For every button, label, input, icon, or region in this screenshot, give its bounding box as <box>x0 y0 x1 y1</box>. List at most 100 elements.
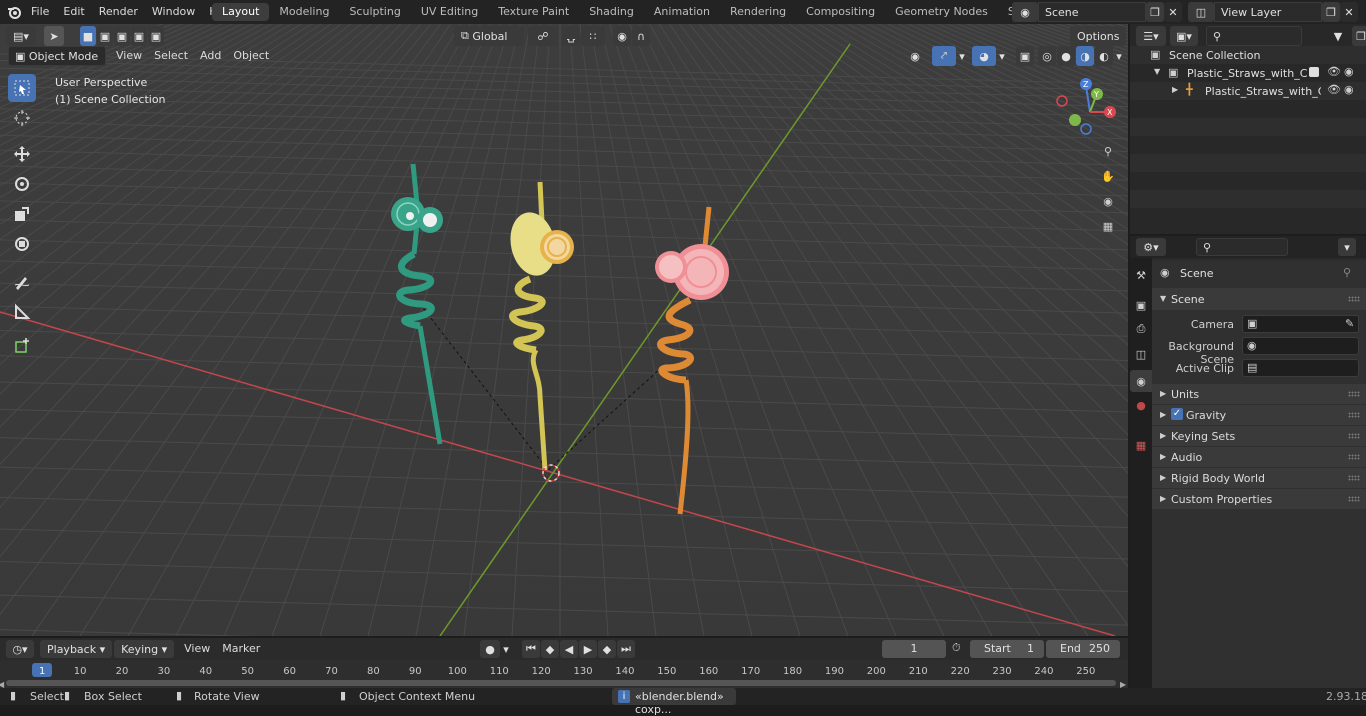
select-mode-invert-icon[interactable]: ▣ <box>131 26 147 46</box>
timeline-view-menu[interactable]: View <box>178 640 216 658</box>
view-layer-browse-icon[interactable]: ◫ <box>1188 2 1214 22</box>
collapse-arrow-icon[interactable]: ▼ <box>1154 67 1160 76</box>
tab-texture-paint[interactable]: Texture Paint <box>488 3 579 21</box>
texture-tab-icon[interactable]: ▦ <box>1132 436 1150 454</box>
snap-toggle-icon[interactable]: ⍽ <box>562 26 580 46</box>
select-mode-extend-icon[interactable]: ▣ <box>97 26 113 46</box>
menu-add[interactable]: Add <box>194 46 227 66</box>
gravity-panel-header[interactable] <box>1152 405 1366 425</box>
stopwatch-icon[interactable]: ⏱ <box>952 641 961 655</box>
output-tab-icon[interactable]: ⎙ <box>1132 320 1150 338</box>
audio-arrow-icon[interactable]: ▶ <box>1160 452 1166 461</box>
view-layer-tab-icon[interactable]: ◫ <box>1132 345 1150 363</box>
prev-keyframe-icon[interactable]: ◆ <box>541 640 559 658</box>
tab-shading[interactable]: Shading <box>579 3 644 21</box>
tab-rendering[interactable]: Rendering <box>720 3 796 21</box>
select-mode-new-icon[interactable]: ■ <box>80 26 96 46</box>
info-message[interactable]: i «blender.blend» coxp... <box>612 688 736 716</box>
gizmo-toggle-icon[interactable]: ⤤ <box>932 46 956 66</box>
select-mode-subtract-icon[interactable]: ▣ <box>114 26 130 46</box>
outliner-row-collection[interactable]: ▼ ▣ Plastic_Straws_with_Citrus_Fr 👁 ◉ <box>1130 64 1366 82</box>
menu-window[interactable]: Window <box>145 0 202 24</box>
gravity-checkbox[interactable]: ✓ <box>1171 408 1183 420</box>
select-mode-intersect-icon[interactable]: ▣ <box>148 26 164 46</box>
gravity-arrow-icon[interactable]: ▶ <box>1160 410 1166 419</box>
eyedropper-icon[interactable]: ✎ <box>1345 317 1354 330</box>
custom-properties-grip-icon[interactable] <box>1348 496 1360 502</box>
timeline-scrollbar[interactable] <box>6 680 1116 686</box>
record-icon[interactable]: ● <box>480 640 500 658</box>
play-reverse-icon[interactable]: ◀ <box>560 640 578 658</box>
select-tool-icon[interactable]: ➤ <box>44 26 64 46</box>
units-grip-icon[interactable] <box>1348 391 1360 397</box>
keying-menu[interactable]: Keying ▾ <box>114 640 175 658</box>
jump-end-icon[interactable]: ⏭ <box>617 640 635 658</box>
outliner-row-object[interactable]: ▶ ╋ Plastic_Straws_with_Citr... 👁 ◉ <box>1130 82 1366 100</box>
menu-edit[interactable]: Edit <box>56 0 91 24</box>
object-visibility-eye-icon[interactable]: 👁 <box>1327 83 1341 96</box>
keying-sets-arrow-icon[interactable]: ▶ <box>1160 431 1166 440</box>
orientation-dropdown[interactable]: ⧉ Global <box>454 26 524 46</box>
menu-file[interactable]: File <box>24 0 56 24</box>
shading-rendered-icon[interactable]: ◐ <box>1095 46 1113 66</box>
mode-dropdown[interactable]: ▣ Object Mode <box>8 46 106 66</box>
tab-sculpting[interactable]: Sculpting <box>339 3 410 21</box>
object-render-camera-icon[interactable]: ◉ <box>1344 83 1354 96</box>
render-tab-icon[interactable]: ▣ <box>1132 296 1150 314</box>
tool-settings-tab-icon[interactable]: ⚒ <box>1132 266 1150 284</box>
filter-icon[interactable]: ▼ <box>1324 26 1352 46</box>
outliner-editor-type-icon[interactable]: ☰▾ <box>1136 26 1166 46</box>
tab-modeling[interactable]: Modeling <box>269 3 339 21</box>
scene-name-field[interactable]: Scene <box>1038 2 1146 22</box>
blender-logo-icon[interactable] <box>6 4 22 20</box>
scene-panel-arrow-icon[interactable]: ▼ <box>1160 294 1166 303</box>
panel-grip-icon[interactable] <box>1348 296 1360 302</box>
shading-solid-icon[interactable]: ● <box>1057 46 1075 66</box>
custom-properties-arrow-icon[interactable]: ▶ <box>1160 494 1166 503</box>
pan-hand-icon[interactable]: ✋ <box>1097 165 1119 187</box>
visibility-icon[interactable]: ◉ <box>902 46 928 66</box>
snap-target-icon[interactable]: ∷ <box>581 26 605 46</box>
gizmo-dropdown-icon[interactable]: ▾ <box>956 46 968 66</box>
start-frame-field[interactable]: Start 1 <box>970 640 1044 658</box>
next-keyframe-icon[interactable]: ◆ <box>598 640 616 658</box>
render-camera-icon[interactable]: ◉ <box>1344 65 1354 78</box>
outliner-row-root[interactable]: ▣ Scene Collection <box>1130 46 1366 64</box>
xray-toggle-icon[interactable]: ▣ <box>1016 46 1034 66</box>
measure-tool-icon[interactable] <box>8 298 36 326</box>
visibility-eye-icon[interactable]: 👁 <box>1327 65 1341 78</box>
camera-field[interactable]: ▣ ✎ <box>1242 315 1359 333</box>
overlay-toggle-icon[interactable]: ◕ <box>972 46 996 66</box>
menu-object[interactable]: Object <box>227 46 275 66</box>
add-cube-tool-icon[interactable] <box>8 332 36 360</box>
scene-browse-icon[interactable]: ◉ <box>1012 2 1038 22</box>
playback-menu[interactable]: Playback ▾ <box>40 640 113 658</box>
zoom-icon[interactable]: ⚲ <box>1097 140 1119 162</box>
expand-arrow-icon[interactable]: ▶ <box>1172 85 1178 94</box>
keying-sets-grip-icon[interactable] <box>1348 433 1360 439</box>
audio-grip-icon[interactable] <box>1348 454 1360 460</box>
exclude-checkbox[interactable] <box>1309 67 1319 77</box>
rigid-body-arrow-icon[interactable]: ▶ <box>1160 473 1166 482</box>
select-box-tool-icon[interactable] <box>8 74 36 102</box>
timeline-editor-type-icon[interactable]: ◷▾ <box>6 640 34 658</box>
view-layer-delete-icon[interactable]: ✕ <box>1340 2 1358 22</box>
proportional-edit-icon[interactable]: ◉ <box>613 26 631 46</box>
shading-wireframe-icon[interactable]: ◎ <box>1038 46 1056 66</box>
tab-geometry-nodes[interactable]: Geometry Nodes <box>885 3 998 21</box>
overlay-dropdown-icon[interactable]: ▾ <box>996 46 1008 66</box>
cursor-tool-icon[interactable] <box>8 104 36 132</box>
properties-options-icon[interactable]: ▾ <box>1338 238 1356 256</box>
perspective-toggle-icon[interactable]: ▦ <box>1097 215 1119 237</box>
units-arrow-icon[interactable]: ▶ <box>1160 389 1166 398</box>
jump-start-icon[interactable]: ⏮ <box>522 640 540 658</box>
properties-search-input[interactable]: ⚲ <box>1196 238 1288 256</box>
gravity-grip-icon[interactable] <box>1348 412 1360 418</box>
falloff-icon[interactable]: ∩ <box>632 26 650 46</box>
annotate-tool-icon[interactable] <box>8 268 36 296</box>
tab-compositing[interactable]: Compositing <box>796 3 885 21</box>
active-clip-field[interactable]: ▤ <box>1242 359 1359 377</box>
menu-view[interactable]: View <box>110 46 148 66</box>
rigid-body-grip-icon[interactable] <box>1348 475 1360 481</box>
shading-dropdown-icon[interactable]: ▾ <box>1113 46 1125 66</box>
